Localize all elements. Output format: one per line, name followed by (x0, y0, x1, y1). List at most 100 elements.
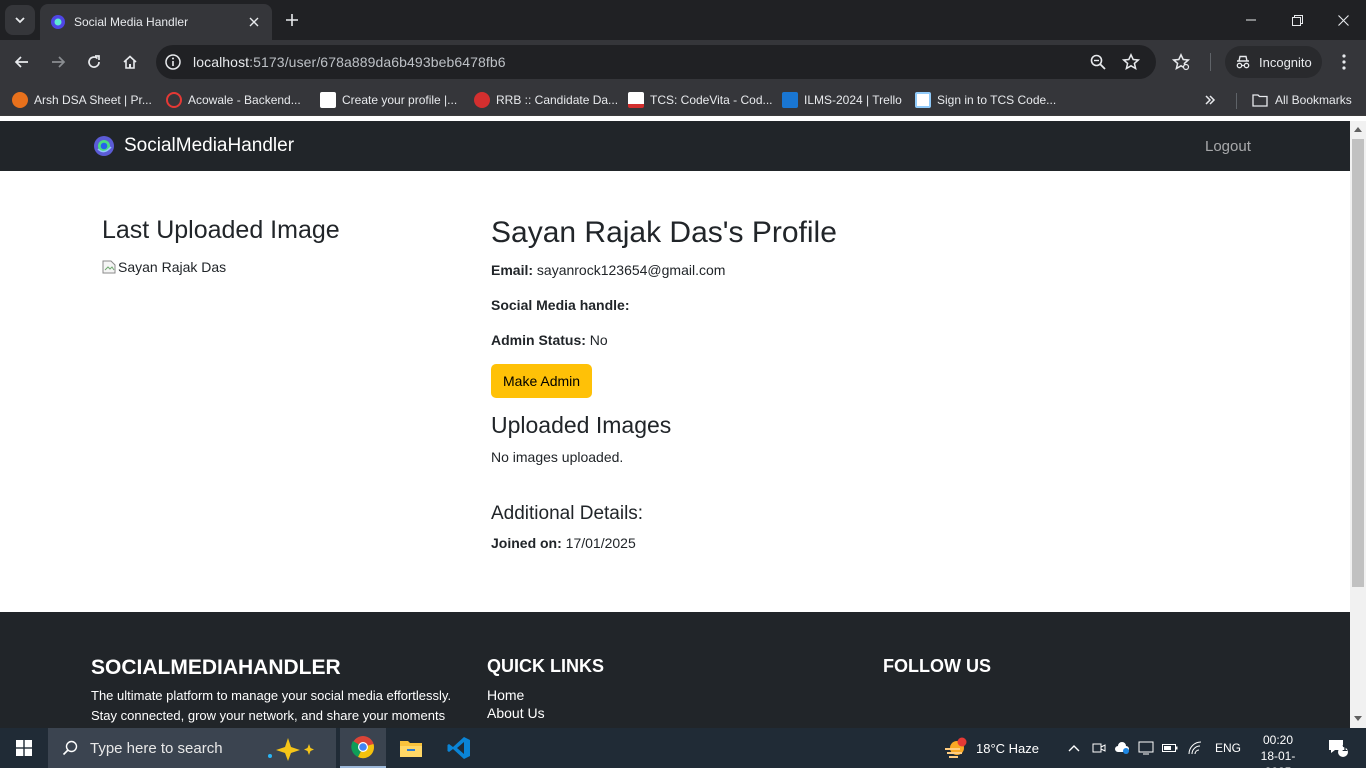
profile-title: Sayan Rajak Das's Profile (491, 216, 837, 249)
browser-menu-button[interactable] (1330, 48, 1358, 76)
system-tray-icons[interactable]: ENG (1068, 728, 1241, 768)
follow-us-title: FOLLOW US (883, 656, 991, 676)
minimize-icon (1246, 19, 1256, 21)
back-button[interactable] (8, 48, 36, 76)
bookmarks-bar: Arsh DSA Sheet | Pr... Acowale - Backend… (0, 84, 1366, 116)
home-button[interactable] (116, 48, 144, 76)
tab-title: Social Media Handler (74, 15, 189, 29)
arrow-left-icon (14, 56, 28, 68)
weather-haze-icon (945, 737, 967, 758)
app-logo-icon (94, 136, 114, 156)
email-row: Email: sayanrock123654@gmail.com (491, 262, 1191, 278)
last-uploaded-heading: Last Uploaded Image (102, 216, 340, 244)
sparkle-icon (268, 738, 314, 761)
footer-tagline: The ultimate platform to manage your soc… (91, 688, 452, 723)
taskbar-chrome[interactable] (340, 728, 386, 768)
make-admin-button[interactable]: Make Admin (491, 364, 593, 398)
url-text: localhost:5173/user/678a889da6b493beb647… (193, 54, 506, 70)
taskbar-vscode[interactable] (436, 728, 482, 768)
forward-button[interactable] (44, 48, 72, 76)
bookmarks-separator (1236, 93, 1237, 109)
quick-links-title: QUICK LINKS (487, 656, 604, 676)
close-window-button[interactable] (1320, 0, 1366, 40)
restore-icon (1291, 14, 1303, 26)
brand-name: SocialMediaHandler (124, 135, 295, 156)
bookmark-item[interactable]: Sign in to TCS Code... (915, 90, 1056, 110)
restore-button[interactable] (1274, 0, 1320, 40)
bookmark-favicon-icon (782, 92, 798, 108)
page-footer: SOCIALMEDIAHANDLER The ultimate platform… (0, 612, 1350, 728)
bookmark-favicon-icon (628, 92, 644, 108)
weather-text: 18°C Haze (976, 740, 1040, 756)
bookmark-item[interactable]: Create your profile |... (320, 90, 457, 110)
notification-count: 1 (1342, 743, 1348, 754)
broken-image-icon (102, 260, 116, 274)
email-label: Email: (491, 262, 534, 278)
logout-link[interactable]: Logout (1205, 138, 1251, 155)
taskbar-search-box[interactable]: Type here to search (48, 728, 336, 768)
tab-close-icon[interactable] (246, 14, 262, 30)
joined-label: Joined on: (491, 535, 562, 551)
footer-link-about[interactable]: About Us (487, 705, 604, 721)
footer-brand: SOCIALMEDIAHANDLER (91, 656, 341, 679)
taskbar-file-explorer[interactable] (388, 728, 434, 768)
notification-center-button[interactable]: 1 (1318, 728, 1358, 768)
chevron-up-icon (1068, 745, 1080, 752)
bookmarks-overflow-button[interactable] (1204, 90, 1216, 110)
incognito-badge[interactable]: Incognito (1225, 46, 1322, 78)
clock-time: 00:20 (1262, 733, 1294, 747)
all-bookmarks-button[interactable]: All Bookmarks (1252, 90, 1352, 110)
scroll-up-arrow-icon[interactable] (1354, 127, 1362, 132)
email-value: sayanrock123654@gmail.com (536, 262, 726, 278)
bookmark-star-icon[interactable] (1122, 53, 1140, 71)
bookmark-item[interactable]: TCS: CodeVita - Cod... (628, 90, 773, 110)
bookmark-item[interactable]: ILMS-2024 | Trello (782, 90, 902, 110)
cloud-sync-icon (1115, 742, 1129, 754)
page-scrollbar[interactable] (1350, 121, 1366, 728)
scrollbar-thumb[interactable] (1352, 139, 1364, 587)
admin-status-label: Admin Status: (491, 332, 586, 348)
bookmark-item[interactable]: Arsh DSA Sheet | Pr... (12, 90, 152, 110)
bookmark-item[interactable]: RRB :: Candidate Da... (474, 90, 618, 110)
folder-icon (400, 741, 422, 757)
bookmark-favicon-icon (166, 92, 182, 108)
minimize-button[interactable] (1228, 0, 1274, 40)
battery-icon (1162, 744, 1178, 752)
vscode-icon (447, 737, 470, 759)
reload-button[interactable] (80, 48, 108, 76)
bookmarks-panel-icon[interactable] (1172, 53, 1190, 71)
chrome-icon (351, 736, 374, 759)
browser-tab-active[interactable]: Social Media Handler (40, 4, 272, 40)
taskbar-clock[interactable]: 00:20 18-01-2025 (1250, 732, 1306, 768)
start-button[interactable] (0, 728, 48, 768)
bookmark-favicon-icon (915, 92, 931, 108)
social-handle-label: Social Media handle: (491, 297, 630, 313)
footer-link-home[interactable]: Home (487, 687, 604, 703)
uploaded-images-heading: Uploaded Images (491, 412, 672, 438)
footer-follow: FOLLOW US (883, 656, 991, 677)
wifi-icon (1188, 741, 1202, 755)
chevron-down-icon (15, 17, 25, 24)
navbar-brand[interactable]: SocialMediaHandler (93, 135, 294, 157)
scroll-down-arrow-icon[interactable] (1354, 716, 1362, 721)
new-tab-button[interactable] (280, 8, 304, 32)
social-handle-row: Social Media handle: (491, 297, 1191, 313)
incognito-icon (1236, 55, 1250, 69)
bookmark-item[interactable]: Acowale - Backend... (166, 90, 301, 110)
bookmark-favicon-icon (12, 92, 28, 108)
app-favicon-icon (51, 15, 65, 29)
plus-icon (286, 14, 298, 26)
site-info-icon[interactable] (164, 53, 182, 71)
admin-status-value: No (589, 332, 608, 348)
last-uploaded-image: Sayan Rajak Das (102, 259, 340, 275)
zoom-icon[interactable] (1089, 53, 1107, 71)
home-icon (123, 55, 137, 69)
tab-search-button[interactable] (5, 5, 35, 35)
folder-icon (1252, 94, 1268, 107)
search-placeholder: Type here to search (90, 739, 223, 757)
toolbar-separator (1210, 53, 1211, 71)
additional-details-heading: Additional Details: (491, 503, 644, 524)
address-bar[interactable]: localhost:5173/user/678a889da6b493beb647… (156, 45, 1156, 79)
tab-strip: Social Media Handler (0, 0, 1366, 40)
weather-widget[interactable]: 18°C Haze (944, 728, 1039, 768)
